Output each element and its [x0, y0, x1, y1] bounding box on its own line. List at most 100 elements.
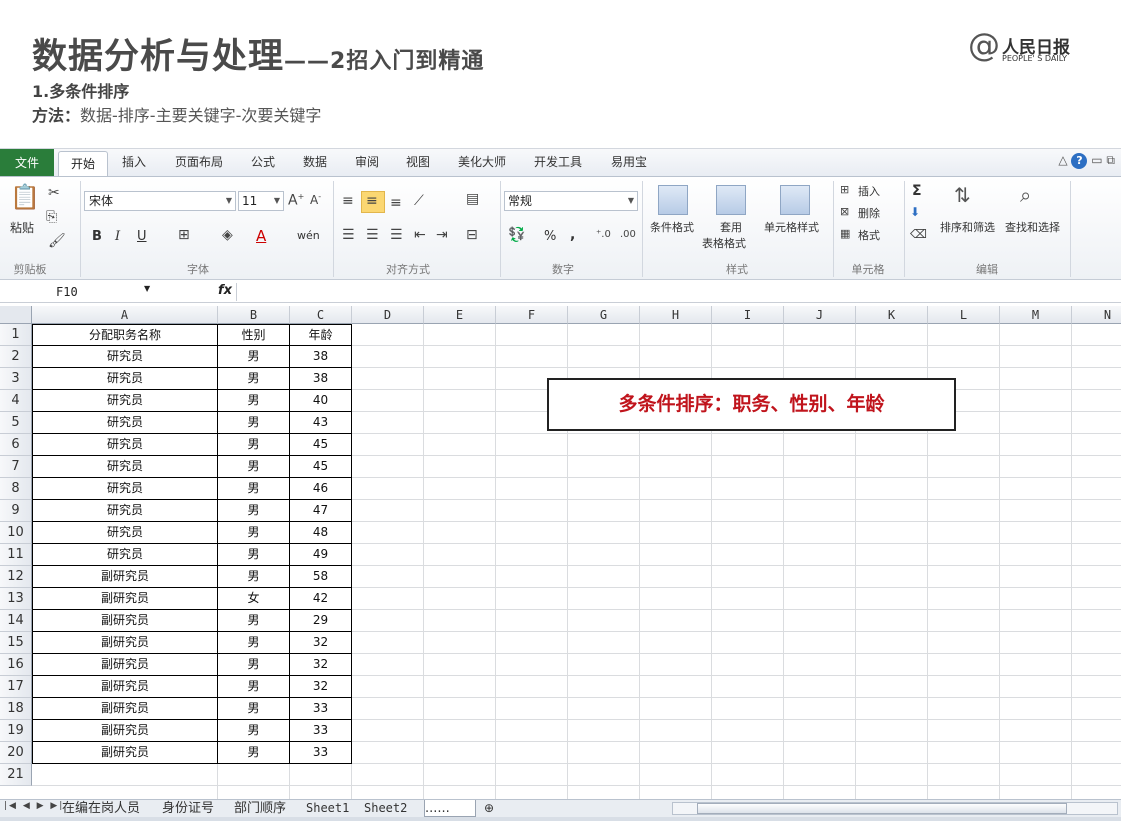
row-header[interactable]: 12 [0, 566, 32, 588]
row-header[interactable]: 16 [0, 654, 32, 676]
table-cell[interactable]: 29 [290, 610, 352, 632]
table-cell[interactable]: 男 [218, 346, 290, 368]
table-cell[interactable]: 42 [290, 588, 352, 610]
cut-icon[interactable]: ✂ [48, 185, 60, 201]
table-format-line2[interactable]: 表格格式 [702, 235, 746, 251]
increase-indent-icon[interactable]: ⇥ [436, 227, 448, 243]
table-cell[interactable]: 男 [218, 500, 290, 522]
comma-button[interactable]: , [570, 227, 575, 243]
row-header[interactable]: 11 [0, 544, 32, 566]
fill-color-icon[interactable]: ◈ [222, 227, 233, 243]
table-cell[interactable]: 32 [290, 632, 352, 654]
minimize-icon[interactable]: ▭ [1091, 153, 1102, 167]
column-header[interactable]: C [290, 306, 352, 324]
row-header[interactable]: 21 [0, 764, 32, 786]
align-right-icon[interactable]: ☰ [390, 227, 403, 243]
row-header[interactable]: 6 [0, 434, 32, 456]
fill-icon[interactable]: ⬇ [910, 205, 920, 219]
shrink-font-icon[interactable]: A- [310, 192, 321, 207]
table-cell[interactable]: 男 [218, 368, 290, 390]
table-cell[interactable]: 副研究员 [32, 610, 218, 632]
wrap-text-icon[interactable]: ▤ [466, 191, 479, 207]
table-cell[interactable]: 副研究员 [32, 588, 218, 610]
row-header[interactable]: 4 [0, 390, 32, 412]
table-cell[interactable]: 男 [218, 720, 290, 742]
font-color-button[interactable]: A [256, 227, 266, 245]
table-cell[interactable]: 副研究员 [32, 654, 218, 676]
tab-review[interactable]: 审阅 [355, 153, 379, 170]
column-header[interactable]: D [352, 306, 424, 324]
table-cell[interactable]: 33 [290, 698, 352, 720]
table-header-cell[interactable]: 分配职务名称 [32, 324, 218, 346]
table-cell[interactable]: 男 [218, 742, 290, 764]
table-cell[interactable]: 研究员 [32, 522, 218, 544]
align-top-icon[interactable]: ≡ [342, 193, 354, 209]
scrollbar-thumb[interactable] [697, 803, 1067, 814]
row-header[interactable]: 17 [0, 676, 32, 698]
table-cell[interactable]: 58 [290, 566, 352, 588]
tab-developer[interactable]: 开发工具 [534, 153, 582, 170]
table-format-line1[interactable]: 套用 [720, 219, 742, 235]
table-cell[interactable]: 研究员 [32, 368, 218, 390]
phonetic-button[interactable]: wén [297, 229, 320, 242]
sheet-tab-staff[interactable]: 在编在岗人员 [62, 800, 140, 817]
bold-button[interactable]: B [92, 229, 102, 244]
font-size-select[interactable]: 11 ▼ [238, 191, 284, 211]
decrease-indent-icon[interactable]: ⇤ [414, 227, 426, 243]
sort-filter-button[interactable]: 排序和筛选 [940, 219, 995, 235]
row-header[interactable]: 10 [0, 522, 32, 544]
row-header[interactable]: 8 [0, 478, 32, 500]
table-cell[interactable]: 45 [290, 456, 352, 478]
column-header[interactable]: J [784, 306, 856, 324]
table-format-icon[interactable] [716, 185, 746, 215]
find-select-button[interactable]: 查找和选择 [1005, 219, 1060, 235]
column-header[interactable]: M [1000, 306, 1072, 324]
table-cell[interactable]: 33 [290, 742, 352, 764]
column-header[interactable]: A [32, 306, 218, 324]
ribbon-collapse-icon[interactable]: △ [1058, 153, 1067, 167]
formula-input[interactable] [236, 283, 1116, 301]
row-header[interactable]: 9 [0, 500, 32, 522]
row-header[interactable]: 13 [0, 588, 32, 610]
underline-button[interactable]: U [137, 229, 147, 244]
sheet-tab-dept-order[interactable]: 部门顺序 [234, 800, 286, 817]
table-cell[interactable]: 研究员 [32, 390, 218, 412]
tab-insert[interactable]: 插入 [122, 153, 146, 170]
table-cell[interactable]: 男 [218, 544, 290, 566]
table-cell[interactable]: 副研究员 [32, 720, 218, 742]
horizontal-scrollbar[interactable] [672, 802, 1118, 815]
sheet-tab-sheet1[interactable]: Sheet1 [306, 800, 349, 817]
conditional-format-icon[interactable] [658, 185, 688, 215]
decrease-decimal-icon[interactable]: .00 [620, 229, 636, 240]
table-cell[interactable]: 47 [290, 500, 352, 522]
table-cell[interactable]: 45 [290, 434, 352, 456]
chevron-down-icon[interactable]: ▼ [144, 284, 150, 293]
sort-filter-icon[interactable]: ⇅ [954, 183, 971, 207]
table-cell[interactable]: 38 [290, 368, 352, 390]
table-cell[interactable]: 46 [290, 478, 352, 500]
row-header[interactable]: 14 [0, 610, 32, 632]
delete-cells-button[interactable]: 删除 [858, 205, 880, 221]
align-center-icon[interactable]: ☰ [366, 227, 379, 243]
table-cell[interactable]: 副研究员 [32, 676, 218, 698]
cell-styles-icon[interactable] [780, 185, 810, 215]
table-cell[interactable]: 38 [290, 346, 352, 368]
column-header[interactable]: F [496, 306, 568, 324]
table-cell[interactable]: 男 [218, 390, 290, 412]
column-header[interactable]: B [218, 306, 290, 324]
table-cell[interactable]: 33 [290, 720, 352, 742]
row-header[interactable]: 20 [0, 742, 32, 764]
table-cell[interactable]: 男 [218, 412, 290, 434]
table-cell[interactable]: 男 [218, 522, 290, 544]
table-cell[interactable]: 研究员 [32, 434, 218, 456]
function-icon[interactable]: fx [218, 283, 232, 298]
tab-formulas[interactable]: 公式 [251, 153, 275, 170]
tab-data[interactable]: 数据 [303, 153, 327, 170]
border-icon[interactable]: ⊞ [178, 227, 190, 243]
row-header[interactable]: 19 [0, 720, 32, 742]
worksheet-grid[interactable]: A B C D E F G H I J K L M N 1 2 3 4 5 6 7 8 9 10 11 12 13 14 15 16 17 1… [0, 306, 1121, 799]
autosum-button[interactable]: Σ [912, 183, 922, 199]
table-cell[interactable]: 男 [218, 610, 290, 632]
table-cell[interactable]: 男 [218, 676, 290, 698]
grow-font-icon[interactable]: A+ [288, 192, 304, 209]
